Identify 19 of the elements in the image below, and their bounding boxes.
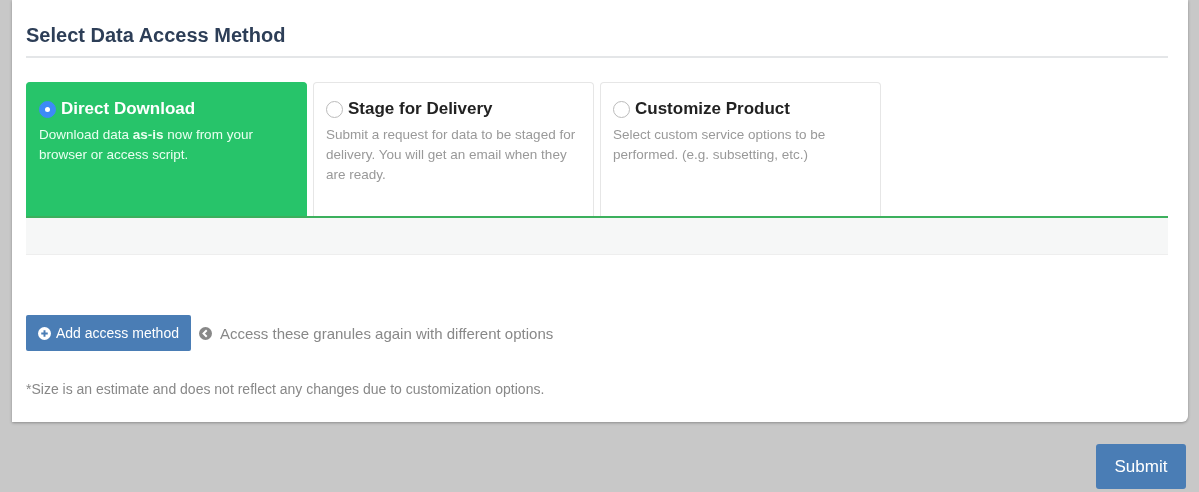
method-tab[interactable]: Customize Product Select custom service options to be performed. (e.g. subsetting, etc.) [600,82,881,216]
method-description: Select custom service options to be performed. (e.g. subsetting, etc.) [613,126,827,164]
method-description: Download data as-is now from your browser or access script. [39,126,254,164]
arrow-left-circle-icon [198,326,212,340]
section-heading: Select Data Access Method [26,24,1168,58]
method-tab[interactable]: Stage for Delivery Submit a request for data to be staged for delivery. You will get an email when they are ready. [313,82,594,216]
submit-button[interactable]: Submit [1096,444,1186,489]
method-title: Stage for Delivery [348,99,493,119]
plus-circle-icon [38,326,51,340]
radio-button[interactable] [39,100,56,118]
footnote: *Size is an estimate and does not reflect any changes due to customization options. [26,381,546,397]
method-description: Submit a request for data to be staged for delivery. You will get an email when they are ready. [326,126,577,184]
method-tab[interactable]: Direct Download Download data as-is now from your browser or access script. [26,82,307,216]
hint-text: Access these granules again with different options [219,324,554,342]
radio-button[interactable] [613,100,630,118]
radio-button[interactable] [326,100,343,118]
method-title: Direct Download [61,99,196,119]
method-title: Customize Product [635,99,790,119]
add-access-method-button[interactable]: Add access method [26,315,191,351]
